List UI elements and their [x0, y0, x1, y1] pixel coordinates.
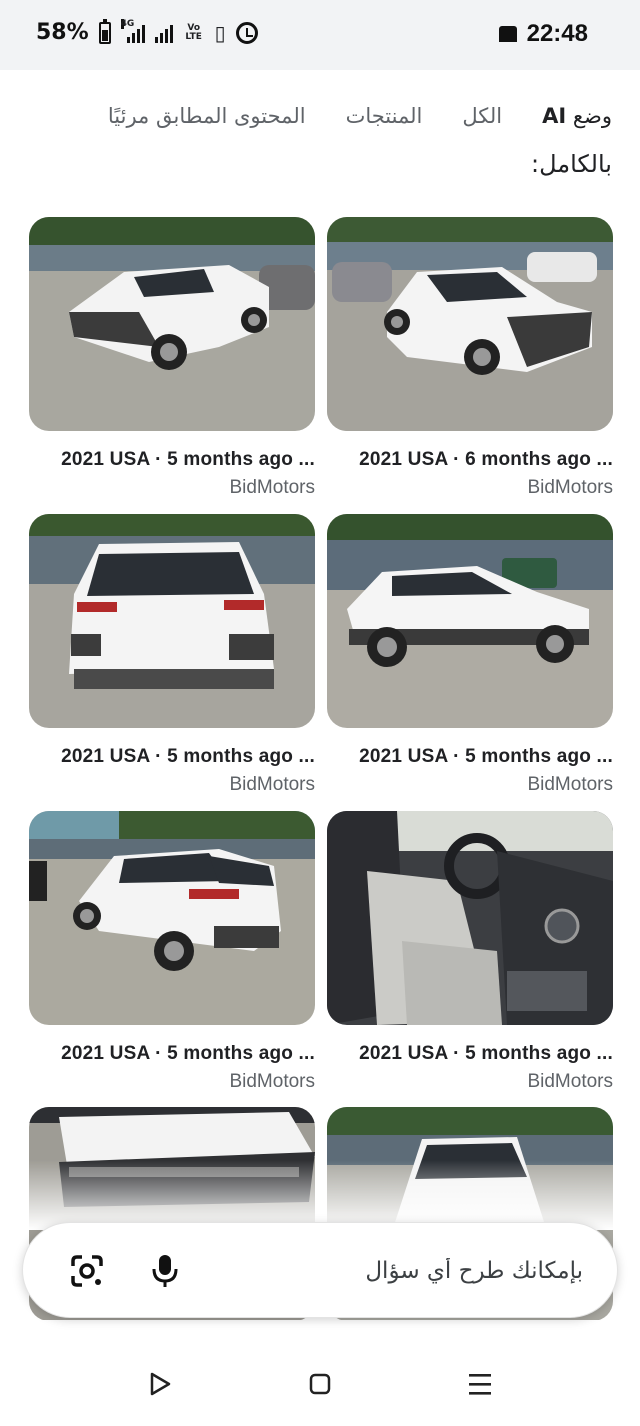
tab-ai-label: وضع: [572, 104, 612, 128]
result-image-damaged-suv-front-left[interactable]: [29, 217, 315, 431]
result-source[interactable]: BidMotors: [327, 774, 613, 796]
result-caption[interactable]: 2021 USA · 5 months ago ...: [327, 1043, 613, 1065]
result-caption[interactable]: 2021 USA · 5 months ago ...: [327, 746, 613, 768]
result-source[interactable]: BidMotors: [327, 1071, 613, 1093]
result-image-damaged-suv-front[interactable]: [327, 217, 613, 431]
network-type: 4G: [120, 18, 135, 29]
signal-icon-2: [154, 23, 173, 43]
tab-all[interactable]: الكل: [462, 104, 502, 128]
volte-icon: Vo LTE: [185, 22, 202, 42]
tab-products[interactable]: المنتجات: [346, 104, 423, 128]
result-card[interactable]: 2021 USA · 5 months ago ... BidMotors: [29, 514, 315, 796]
result-caption[interactable]: 2021 USA · 5 months ago ...: [29, 449, 315, 471]
result-source[interactable]: BidMotors: [29, 774, 315, 796]
section-heading: بالكامل:: [531, 150, 612, 178]
vibrate-icon: ▯: [214, 20, 226, 45]
tab-ai-mode[interactable]: وضع AI: [542, 104, 612, 128]
result-source[interactable]: BidMotors: [327, 477, 613, 499]
result-source[interactable]: BidMotors: [29, 1071, 315, 1093]
clock: 22:48: [526, 20, 588, 47]
result-image-suv-rear[interactable]: [29, 514, 315, 728]
alarm-icon: [235, 21, 258, 44]
tab-ai-badge: AI: [542, 104, 567, 128]
result-source[interactable]: BidMotors: [29, 477, 315, 499]
battery-percent: 58%: [36, 20, 89, 45]
status-bar: 58% 4G Vo LTE ▯ 22:48: [0, 0, 640, 70]
result-card[interactable]: 2021 USA · 5 months ago ... BidMotors: [327, 811, 613, 1093]
result-caption[interactable]: 2021 USA · 5 months ago ...: [29, 746, 315, 768]
home-square-icon[interactable]: [302, 1366, 338, 1402]
result-card[interactable]: 2021 USA · 6 months ago ... BidMotors: [327, 217, 613, 499]
result-image-interior[interactable]: [327, 811, 613, 1025]
google-lens-icon[interactable]: [67, 1251, 107, 1291]
microphone-icon[interactable]: [145, 1251, 185, 1291]
recents-lines-icon[interactable]: [462, 1366, 498, 1402]
search-tabs: وضع AI الكل المنتجات المحتوى المطابق مرئ…: [28, 98, 612, 134]
status-left: 58% 4G Vo LTE ▯: [36, 18, 258, 45]
tab-visual-matches[interactable]: المحتوى المطابق مرئيًا: [108, 104, 306, 128]
result-caption[interactable]: 2021 USA · 6 months ago ...: [327, 449, 613, 471]
status-right: 22:48: [498, 20, 588, 48]
signal-icon: 4G: [120, 18, 145, 43]
result-caption[interactable]: 2021 USA · 5 months ago ...: [29, 1043, 315, 1065]
back-triangle-icon[interactable]: [142, 1366, 178, 1402]
result-card[interactable]: 2021 USA · 5 months ago ... BidMotors: [29, 811, 315, 1093]
result-card[interactable]: 2021 USA · 5 months ago ... BidMotors: [327, 514, 613, 796]
notification-icon: [498, 26, 517, 42]
battery-icon: [98, 18, 111, 44]
result-image-suv-rear-angle[interactable]: [29, 811, 315, 1025]
result-image-suv-side[interactable]: [327, 514, 613, 728]
search-input[interactable]: [223, 1253, 583, 1289]
scroll-fade: [0, 1160, 640, 1230]
result-card[interactable]: 2021 USA · 5 months ago ... BidMotors: [29, 217, 315, 499]
ask-anything-bar: [22, 1222, 618, 1318]
